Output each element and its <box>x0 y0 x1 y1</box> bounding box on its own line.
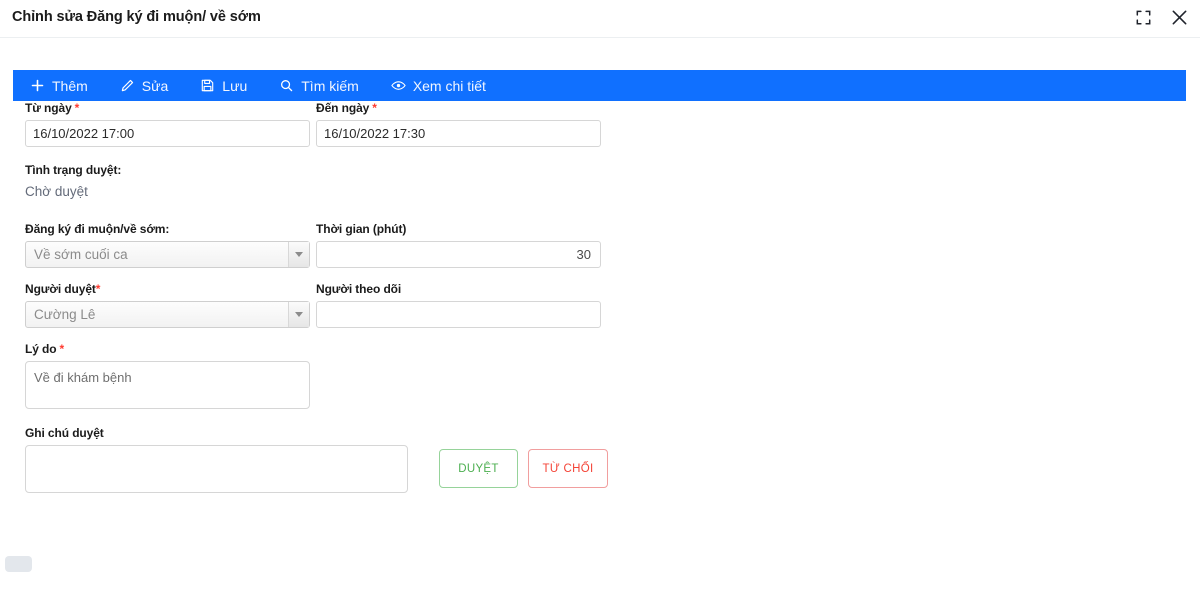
search-icon <box>279 78 294 93</box>
pencil-icon <box>120 78 135 93</box>
field-from-date: Từ ngày * <box>25 101 310 147</box>
eye-icon <box>391 78 406 93</box>
toolbar-label-edit: Sửa <box>141 78 169 94</box>
toolbar-label-view-detail: Xem chi tiết <box>412 78 486 94</box>
field-register-type: Đăng ký đi muộn/về sớm: Về sớm cuối ca <box>25 222 310 268</box>
field-approver: Người duyệt* Cường Lê <box>25 282 310 328</box>
toolbar-button-search[interactable]: Tìm kiếm <box>279 78 359 93</box>
toolbar-button-view-detail[interactable]: Xem chi tiết <box>391 78 486 93</box>
required-marker: * <box>74 101 80 115</box>
toolbar-button-edit[interactable]: Sửa <box>120 78 169 94</box>
reason-textarea[interactable] <box>25 361 310 409</box>
save-icon <box>200 78 215 93</box>
field-approval-status: Tình trạng duyệt: Chờ duyệt <box>25 163 310 199</box>
approve-button[interactable]: DUYỆT <box>439 449 518 488</box>
page-title: Chỉnh sửa Đăng ký đi muộn/ về sớm <box>12 9 261 25</box>
field-duration: Thời gian (phút) <box>316 222 601 268</box>
scrollbar-thumb[interactable] <box>5 556 32 572</box>
row-approve-note: Ghi chú duyệt DUYỆT TỪ CHỐI <box>0 426 1200 496</box>
reject-button[interactable]: TỪ CHỐI <box>528 449 608 488</box>
chevron-down-icon[interactable] <box>288 242 309 267</box>
form-body: Từ ngày* Đến ngày* Tình trạng duyệt: Chờ… <box>0 101 1200 496</box>
label-from-date-text: Từ ngày <box>25 101 72 115</box>
field-approve-note: Ghi chú duyệt DUYỆT TỪ CHỐI <box>25 426 608 498</box>
label-approver-text: Người duyệt <box>25 282 96 296</box>
label-approval-status: Tình trạng duyệt: <box>25 163 122 177</box>
approver-value: Cường Lê <box>34 307 96 322</box>
required-marker: * <box>95 282 101 296</box>
toolbar-label-search: Tìm kiếm <box>301 78 359 94</box>
required-marker: * <box>59 342 65 356</box>
chevron-down-icon[interactable] <box>288 302 309 327</box>
label-register-type: Đăng ký đi muộn/về sớm: <box>25 222 170 236</box>
field-to-date: Đến ngày * <box>316 101 601 147</box>
label-approver: Người duyệt* <box>25 282 310 296</box>
row-approver-follower: Người duyệt* Cường Lê Người theo dõi <box>0 282 1200 342</box>
register-type-value: Về sớm cuối ca <box>34 247 128 262</box>
action-toolbar: Thêm Sửa Lưu Tìm kiếm Xem chi tiết <box>13 70 1186 101</box>
field-reason: Lý do * <box>25 342 310 414</box>
row-reason: Lý do * <box>0 342 1200 426</box>
label-follower: Người theo dõi <box>316 282 402 296</box>
header-actions <box>1132 6 1190 28</box>
approve-note-textarea[interactable] <box>25 445 408 493</box>
toolbar-label-save: Lưu <box>222 78 248 94</box>
approval-actions: DUYỆT TỪ CHỐI <box>439 449 608 488</box>
toolbar-button-add[interactable]: Thêm <box>30 78 88 93</box>
register-type-select[interactable]: Về sớm cuối ca <box>25 241 310 268</box>
follower-input[interactable] <box>316 301 601 328</box>
duration-input[interactable] <box>316 241 601 268</box>
label-reason-text: Lý do <box>25 342 57 356</box>
required-marker: * <box>372 101 377 115</box>
label-to-date: Đến ngày * <box>316 101 601 115</box>
label-to-date-text: Đến ngày <box>316 101 370 115</box>
plus-icon <box>30 78 45 93</box>
label-approve-note: Ghi chú duyệt <box>25 426 104 440</box>
approver-select[interactable]: Cường Lê <box>25 301 310 328</box>
label-duration: Thời gian (phút) <box>316 222 407 236</box>
close-icon[interactable] <box>1168 6 1190 28</box>
row-type-duration: Đăng ký đi muộn/về sớm: Về sớm cuối ca T… <box>0 222 1200 282</box>
row-dates: Từ ngày* Đến ngày* <box>0 101 1200 163</box>
to-date-input[interactable] <box>316 120 601 147</box>
label-reason: Lý do * <box>25 342 310 356</box>
toolbar-label-add: Thêm <box>52 78 88 94</box>
approval-status-value: Chờ duyệt <box>25 184 88 199</box>
field-follower: Người theo dõi <box>316 282 601 328</box>
row-status: Tình trạng duyệt: Chờ duyệt <box>0 163 1200 222</box>
toolbar-button-save[interactable]: Lưu <box>200 78 247 93</box>
from-date-input[interactable] <box>25 120 310 147</box>
label-from-date: Từ ngày * <box>25 101 310 115</box>
expand-icon[interactable] <box>1132 6 1154 28</box>
